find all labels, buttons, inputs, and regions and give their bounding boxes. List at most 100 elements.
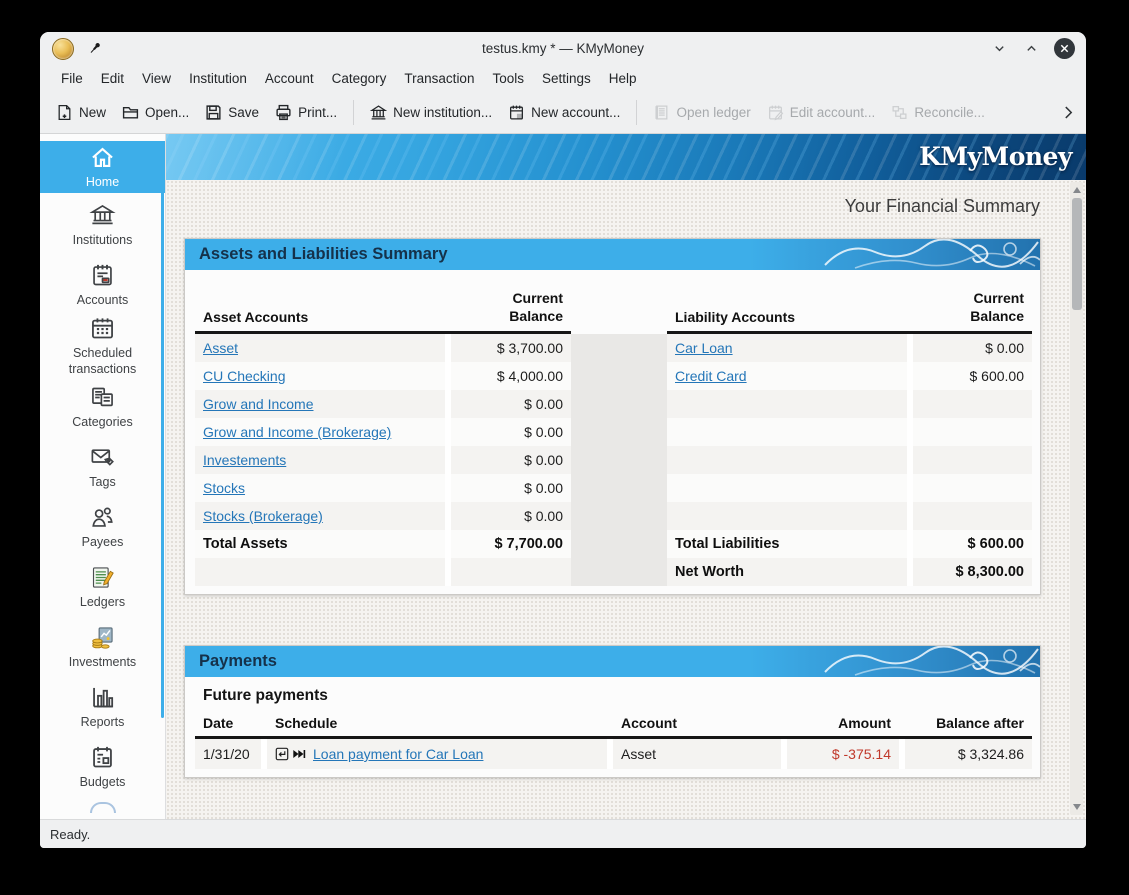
account-link[interactable]: CU Checking [203,368,285,384]
table-cell: $ 4,000.00 [451,362,571,390]
open-button[interactable]: Open... [114,98,197,127]
sidebar-item-accounts[interactable]: Accounts [40,255,165,315]
sidebar-item-tags[interactable]: Tags [40,438,165,498]
home-icon [89,144,116,171]
toolbar-button-label: Save [228,105,259,120]
balance-value: $ 0.00 [524,508,563,524]
sidebar-item-label: Reports [77,714,129,730]
column-gap [571,446,667,474]
account-link[interactable]: Car Loan [675,340,733,356]
payment-schedule-cell: Loan payment for Car Loan [267,739,607,769]
section-title: Assets and Liabilities Summary [199,245,448,264]
table-cell: Credit Card [667,362,907,390]
sidebar-item-home[interactable]: Home [40,141,165,193]
institutions-icon [89,202,116,229]
account-link[interactable]: Asset [203,340,238,356]
menu-settings[interactable]: Settings [533,68,600,89]
sidebar-item-scheduled-transactions[interactable]: Scheduled transactions [40,315,165,378]
table-cell: $ 600.00 [913,362,1032,390]
summary-grid: Asset Accounts Current Balance Liability… [195,286,1030,586]
menu-account[interactable]: Account [256,68,323,89]
col-header-balance-after: Balance after [905,713,1032,736]
sidebar-item-payees[interactable]: Payees [40,498,165,558]
scroll-up-icon[interactable] [1073,187,1081,193]
sidebar-item-budgets[interactable]: Budgets [40,738,165,798]
sidebar-item-investments[interactable]: Investments [40,618,165,678]
sidebar-item-categories[interactable]: Categories [40,378,165,438]
table-cell: Grow and Income [195,390,445,418]
tags-icon [89,444,116,471]
payment-date-cell: 1/31/20 [195,739,261,769]
open-ledger-icon [653,104,670,121]
account-link[interactable]: Stocks [203,480,245,496]
table-cell: $ 0.00 [451,502,571,530]
categories-icon [89,384,116,411]
toolbar-button-label: New institution... [393,105,492,120]
table-cell: Total Liabilities [667,530,907,558]
account-link[interactable]: Grow and Income (Brokerage) [203,424,391,440]
toolbar-button-label: Edit account... [790,105,876,120]
table-cell [913,502,1032,530]
accounts-icon [89,262,116,289]
chevron-right-icon[interactable] [1058,101,1078,123]
menu-transaction[interactable]: Transaction [395,68,483,89]
close-button[interactable] [1054,38,1075,59]
table-cell: $ 3,700.00 [451,334,571,362]
account-link[interactable]: Grow and Income [203,396,314,412]
kmymoney-window: testus.kmy * — KMyMoney FileEditViewInst… [40,32,1086,848]
menu-edit[interactable]: Edit [92,68,133,89]
sidebar-item-reports[interactable]: Reports [40,678,165,738]
new-account-button[interactable]: New account... [500,98,628,127]
column-gap [571,334,667,362]
sidebar-item-ledgers[interactable]: Ledgers [40,558,165,618]
sidebar-item-label: Tags [85,474,119,490]
section-title: Payments [199,652,277,671]
chevron-down-icon[interactable] [990,40,1008,58]
table-cell: $ 600.00 [913,530,1032,558]
table-cell [195,558,445,586]
save-button[interactable]: Save [197,98,267,127]
balance-value: $ 0.00 [524,396,563,412]
sidebar-item-label: Institutions [69,232,137,248]
account-link[interactable]: Credit Card [675,368,747,384]
menu-view[interactable]: View [133,68,180,89]
content-scrollbar[interactable] [1070,182,1083,815]
payment-amount-cell: $ -375.14 [787,739,899,769]
table-cell: Investements [195,446,445,474]
menu-category[interactable]: Category [323,68,396,89]
scrollbar-thumb[interactable] [1072,198,1082,310]
scroll-down-icon[interactable] [1073,804,1081,810]
menu-help[interactable]: Help [600,68,646,89]
new-institution-button[interactable]: New institution... [362,98,500,127]
sidebar-item-label: Budgets [76,774,130,790]
print-button[interactable]: Print... [267,98,345,127]
menu-file[interactable]: File [52,68,92,89]
table-cell: Stocks [195,474,445,502]
future-payments-title: Future payments [195,687,1030,713]
schedule-link[interactable]: Loan payment for Car Loan [313,746,483,762]
menu-tools[interactable]: Tools [483,68,533,89]
chevron-up-icon[interactable] [1022,40,1040,58]
table-cell: Asset [195,334,445,362]
sidebar-item-institutions[interactable]: Institutions [40,195,165,255]
table-cell [451,558,571,586]
sidebar-scrollbar[interactable] [161,142,164,718]
new-button[interactable]: New [48,98,114,127]
reconcile-button: Reconcile... [883,98,993,127]
payments-card: Payments Future payments Date [184,645,1041,778]
payments-header: Payments [185,646,1040,677]
pin-icon[interactable] [87,41,103,57]
row-label: Total Assets [203,536,288,552]
window-buttons [990,38,1086,59]
table-cell: Stocks (Brokerage) [195,502,445,530]
account-link[interactable]: Investements [203,452,286,468]
menu-institution[interactable]: Institution [180,68,256,89]
toolbar-button-label: New [79,105,106,120]
scheduled-transactions-icon [89,315,116,342]
window-title: testus.kmy * — KMyMoney [40,41,1086,56]
table-cell [913,390,1032,418]
main-area: Home Institutions AccountsScheduled transa… [40,134,1086,819]
account-link[interactable]: Stocks (Brokerage) [203,508,323,524]
open-ledger-button: Open ledger [645,98,758,127]
new-account-icon [508,104,525,121]
